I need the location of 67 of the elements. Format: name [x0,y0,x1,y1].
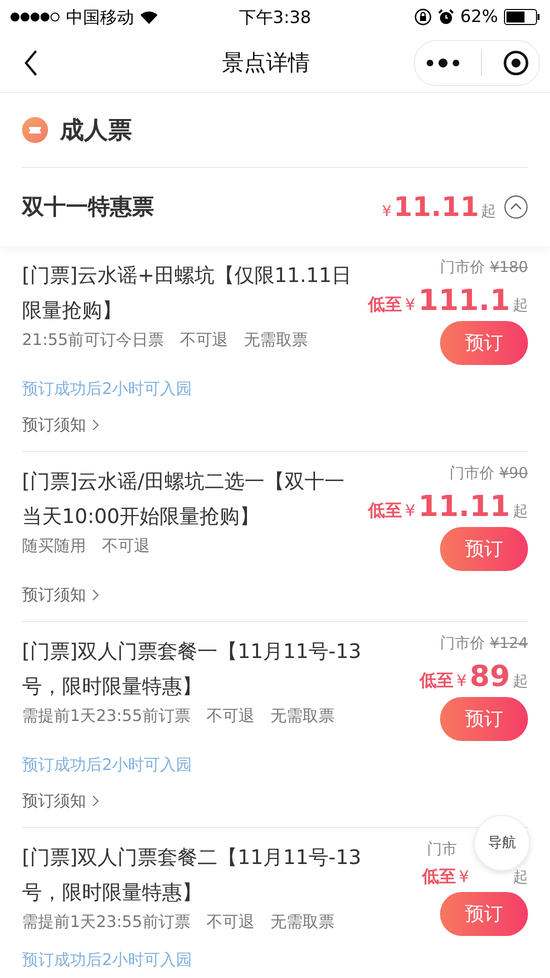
book-button[interactable]: 预订 [440,697,528,741]
price-suffix: 起 [513,672,528,691]
price-label: 低至 [422,866,456,888]
book-button[interactable]: 预订 [440,321,528,365]
battery-icon [504,9,540,25]
ticket-icon [22,117,48,143]
ticket-tag: 随买随用 [22,534,86,558]
market-price-label: 门市价 [440,634,485,653]
price-suffix: 起 [513,868,528,887]
currency-symbol: ¥ [456,671,467,690]
section-title: 成人票 [60,115,132,146]
ticket-tag: 无需取票 [270,910,334,934]
ticket-tag: 不可退 [206,704,254,728]
market-price-label: 门市 [427,840,457,859]
price-suffix: 起 [513,296,528,315]
market-price: ¥124 [490,634,528,653]
ticket-title: [门票]云水谣+田螺坑【仅限11.11日限量抢购】 [22,262,353,324]
currency-symbol: ¥ [458,867,469,886]
market-price: ¥90 [499,464,528,483]
navigation-button[interactable]: 导航 [474,815,530,871]
price-label: 低至 [368,500,402,522]
ticket-price: 111.1 [418,283,510,317]
carrier: 中国移动 [66,6,134,28]
ticket-tag: 需提前1天23:55前订票 [22,704,190,728]
market-price: ¥180 [490,258,528,277]
price-label: 低至 [368,294,402,316]
more-icon[interactable] [426,58,460,68]
ticket-tag: 不可退 [102,534,150,558]
ticket-tag: 需提前1天23:55前订票 [22,910,190,934]
ticket-title: [门票]云水谣/田螺坑二选一【双十一当天10:00开始限量抢购】 [22,468,346,530]
price-label: 低至 [419,670,454,692]
page-title: 景点详情 [222,50,310,78]
price-suffix: 起 [513,502,528,521]
alarm-icon [438,9,454,25]
ticket-tag: 21:55前可订今日票 [22,328,164,352]
collapse-icon[interactable] [504,195,528,219]
chevron-right-icon [92,589,100,601]
book-button[interactable]: 预订 [440,527,528,571]
currency-symbol: ¥ [405,295,416,314]
market-price-label: 门市价 [440,258,485,277]
rotation-lock-icon [414,8,432,26]
currency-symbol: ¥ [405,501,416,520]
ticket-price: 11.11 [418,489,510,523]
entry-notice: 预订成功后2小时可入园 [22,949,192,971]
booking-notes-link[interactable]: 预订须知 [22,413,100,437]
wifi-icon [140,10,158,24]
ticket-price: 89 [470,659,510,693]
entry-notice: 预订成功后2小时可入园 [22,378,192,400]
clock: 下午3:38 [238,6,312,28]
chevron-right-icon [92,419,100,431]
book-button[interactable]: 预订 [440,892,528,936]
chevron-right-icon [92,795,100,807]
entry-notice: 预订成功后2小时可入园 [22,754,192,776]
ticket-tag: 无需取票 [244,328,308,352]
booking-notes-link[interactable]: 预订须知 [22,789,100,813]
signal-icon [10,12,60,22]
booking-notes-link[interactable]: 预订须知 [22,583,100,607]
ticket-tag: 无需取票 [270,704,334,728]
ticket-title: [门票]双人门票套餐二【11月11号-13号，限时限量特惠】 [22,844,362,906]
close-icon[interactable] [502,50,528,76]
ticket-tag: 不可退 [206,910,254,934]
ticket-group-header[interactable]: 双十一特惠票 ¥11.11 起 [22,168,528,246]
ticket-tag: 不可退 [180,328,228,352]
market-price-label: 门市价 [449,464,494,483]
battery-percent: 62% [460,7,498,27]
ticket-title: [门票]双人门票套餐一【11月11号-13号，限时限量特惠】 [22,638,362,700]
back-icon[interactable] [24,50,38,76]
